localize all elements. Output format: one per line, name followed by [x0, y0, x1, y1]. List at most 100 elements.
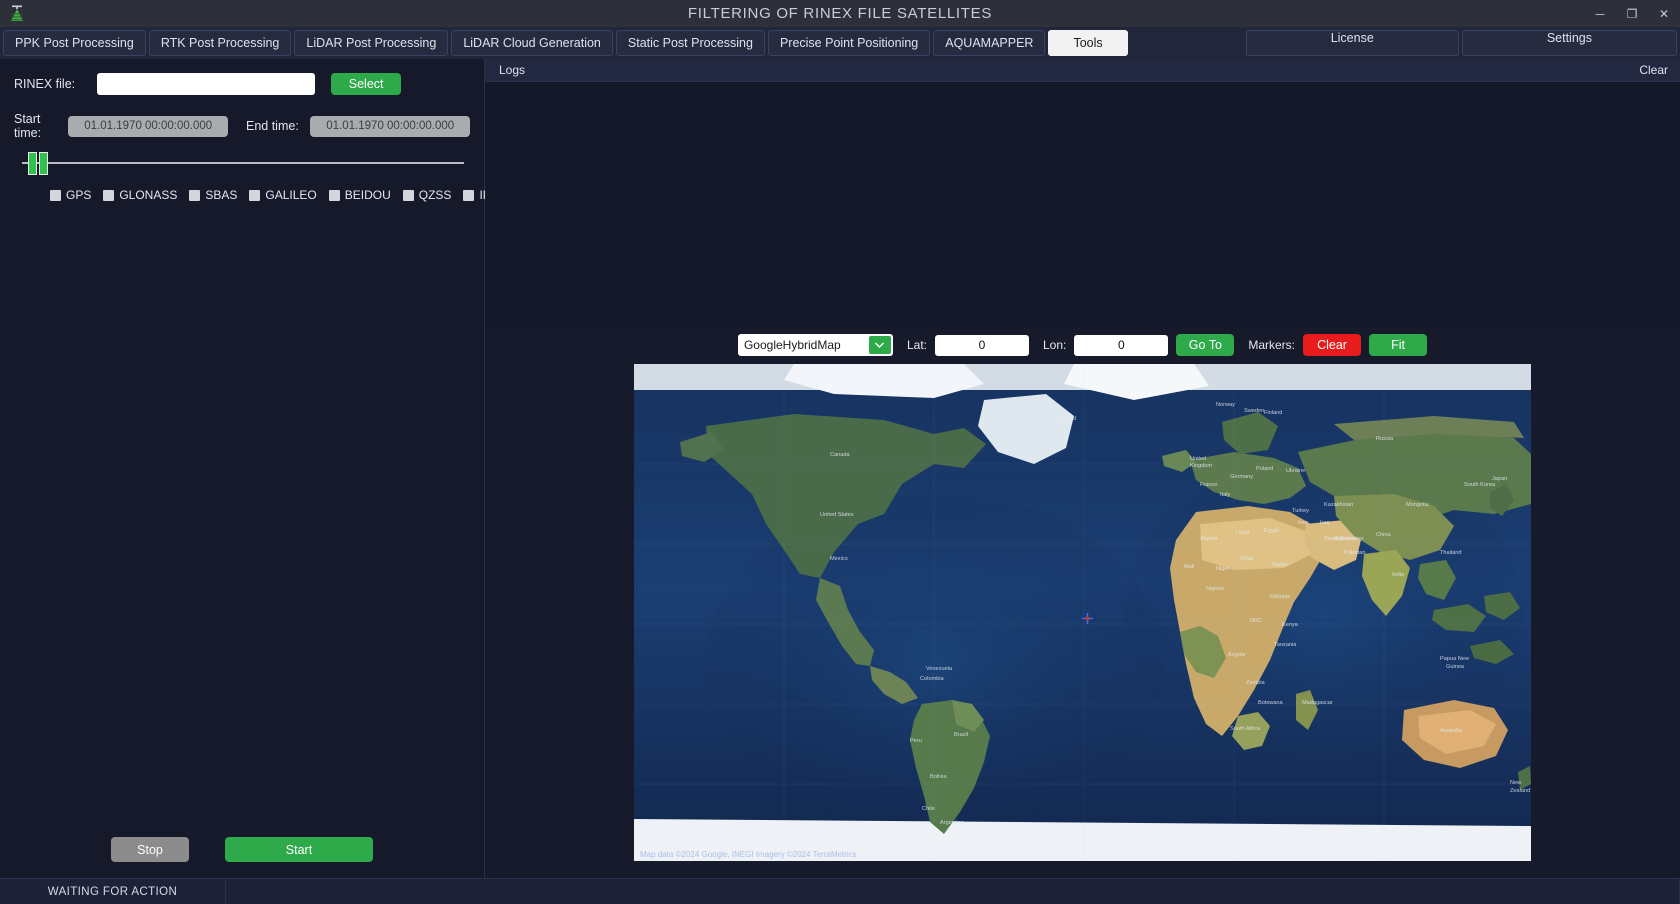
checkbox-box-galileo[interactable] — [249, 189, 261, 201]
logs-header: Logs Clear — [485, 59, 1680, 82]
checkbox-sbas[interactable]: SBAS — [189, 188, 237, 202]
svg-text:Tanzania: Tanzania — [1274, 642, 1297, 648]
svg-text:Iceland: Iceland — [1058, 416, 1076, 422]
svg-text:Russia: Russia — [1376, 436, 1394, 442]
start-button[interactable]: Start — [225, 837, 373, 862]
minimize-icon[interactable]: ─ — [1584, 0, 1616, 27]
svg-text:New: New — [1510, 780, 1522, 786]
tab-ppk-post-processing[interactable]: PPK Post Processing — [3, 30, 146, 56]
select-file-button[interactable]: Select — [331, 73, 402, 95]
svg-text:Ethiopia: Ethiopia — [1270, 594, 1291, 600]
checkbox-beidou[interactable]: BEIDOU — [328, 188, 391, 202]
checkbox-box-sbas[interactable] — [189, 189, 201, 201]
stop-button[interactable]: Stop — [111, 837, 189, 862]
chevron-down-icon[interactable] — [868, 336, 891, 354]
logs-output[interactable] — [485, 82, 1680, 326]
status-secondary-text — [226, 878, 1680, 904]
checkbox-box-irnss[interactable] — [463, 189, 475, 201]
time-range-slider[interactable] — [14, 150, 470, 176]
tab-settings[interactable]: Settings — [1461, 30, 1677, 56]
checkbox-box-qzss[interactable] — [402, 189, 414, 201]
map-pin-marker[interactable] — [1082, 613, 1093, 624]
svg-text:Bolivia: Bolivia — [930, 774, 947, 780]
antenna-tripod-logo — [0, 0, 34, 27]
checkbox-label-sbas: SBAS — [205, 188, 238, 202]
slider-handle-end[interactable] — [39, 152, 48, 175]
rinex-file-label: RINEX file: — [14, 77, 76, 91]
svg-text:Niger: Niger — [1216, 566, 1230, 572]
slider-handle-start[interactable] — [28, 152, 37, 175]
rinex-filter-panel: RINEX file: Select Start time: End time: — [0, 59, 516, 878]
svg-text:Sudan: Sudan — [1272, 562, 1288, 568]
svg-text:Pakistan: Pakistan — [1344, 550, 1365, 556]
end-time-field[interactable] — [310, 115, 470, 137]
svg-text:Kingdom: Kingdom — [1190, 463, 1212, 469]
checkbox-box-beidou[interactable] — [328, 189, 340, 201]
svg-text:Chile: Chile — [922, 806, 935, 812]
module-tab-bar: PPK Post Processing RTK Post Processing … — [0, 27, 1680, 59]
lat-label: Lat: — [906, 338, 927, 352]
svg-text:Madagascar: Madagascar — [1302, 700, 1333, 706]
map-provider-select[interactable]: GoogleHybridMap — [737, 334, 893, 356]
checkbox-label-gps: GPS — [66, 188, 92, 202]
tab-lidar-cloud-generation[interactable]: LiDAR Cloud Generation — [451, 30, 613, 56]
world-map[interactable]: Canada United States Mexico Venezuela Co… — [634, 364, 1531, 861]
tab-aquamapper[interactable]: AQUAMAPPER — [933, 30, 1046, 56]
svg-text:Poland: Poland — [1256, 466, 1273, 472]
map-provider-value: GoogleHybridMap — [743, 338, 841, 352]
tab-static-post-processing[interactable]: Static Post Processing — [615, 30, 765, 56]
tab-tools[interactable]: Tools — [1048, 30, 1128, 56]
svg-text:France: France — [1200, 482, 1217, 488]
map-section: GoogleHybridMap Lat: Lon: Go To Markers:… — [485, 326, 1680, 878]
checkbox-box-glonass[interactable] — [103, 189, 115, 201]
tab-license[interactable]: License — [1245, 30, 1459, 56]
window-title: FILTERING OF RINEX FILE SATELLITES — [687, 5, 993, 22]
panel-action-buttons: Stop Start — [0, 825, 484, 878]
svg-text:Norway: Norway — [1216, 402, 1235, 408]
lon-label: Lon: — [1042, 338, 1067, 352]
tab-rtk-post-processing[interactable]: RTK Post Processing — [148, 30, 292, 56]
svg-text:DRC: DRC — [1250, 618, 1262, 624]
tab-precise-point-positioning[interactable]: Precise Point Positioning — [767, 30, 931, 56]
checkbox-label-qzss: QZSS — [418, 188, 452, 202]
logs-title: Logs — [499, 63, 526, 77]
lat-input[interactable] — [934, 334, 1029, 356]
start-time-label: Start time: — [14, 112, 42, 140]
slider-handles — [28, 152, 48, 175]
svg-text:Italy: Italy — [1220, 492, 1230, 498]
svg-text:Turkey: Turkey — [1292, 508, 1309, 514]
checkbox-gps[interactable]: GPS — [50, 188, 91, 202]
window-controls: ─ ❐ ✕ — [1584, 0, 1680, 27]
svg-text:Colombia: Colombia — [920, 676, 945, 682]
map-holder: Canada United States Mexico Venezuela Co… — [485, 364, 1680, 878]
checkbox-glonass[interactable]: GLONASS — [103, 188, 177, 202]
svg-text:Algeria: Algeria — [1200, 536, 1218, 542]
checkbox-galileo[interactable]: GALILEO — [249, 188, 317, 202]
svg-text:Guinea: Guinea — [1446, 664, 1465, 670]
svg-text:Angola: Angola — [1228, 652, 1246, 658]
markers-fit-button[interactable]: Fit — [1369, 334, 1428, 356]
rinex-file-input[interactable] — [97, 73, 316, 95]
checkbox-qzss[interactable]: QZSS — [402, 188, 452, 202]
markers-clear-button[interactable]: Clear — [1303, 334, 1362, 356]
checkbox-box-gps[interactable] — [50, 189, 61, 201]
lon-input[interactable] — [1074, 334, 1169, 356]
go-to-button[interactable]: Go To — [1176, 334, 1235, 356]
checkbox-label-beidou: BEIDOU — [344, 188, 391, 202]
svg-text:Thailand: Thailand — [1440, 550, 1461, 556]
svg-text:Japan: Japan — [1492, 476, 1507, 482]
svg-text:Zambia: Zambia — [1246, 680, 1266, 686]
svg-text:Chad: Chad — [1240, 556, 1253, 562]
svg-text:South Africa: South Africa — [1230, 726, 1261, 732]
close-icon[interactable]: ✕ — [1648, 0, 1680, 27]
svg-text:United: United — [1190, 456, 1206, 462]
svg-text:Australia: Australia — [1440, 728, 1463, 734]
svg-text:Ukraine: Ukraine — [1286, 468, 1305, 474]
constellation-checkbox-row: GPS GLONASS SBAS GALILEO BEIDOU QZSS — [14, 188, 516, 202]
logs-clear-button[interactable]: Clear — [1639, 63, 1668, 77]
title-bar: FILTERING OF RINEX FILE SATELLITES ─ ❐ ✕ — [0, 0, 1680, 27]
svg-text:Brazil: Brazil — [954, 732, 968, 738]
maximize-icon[interactable]: ❐ — [1616, 0, 1648, 27]
start-time-field[interactable] — [68, 115, 228, 137]
tab-lidar-post-processing[interactable]: LiDAR Post Processing — [294, 30, 449, 56]
